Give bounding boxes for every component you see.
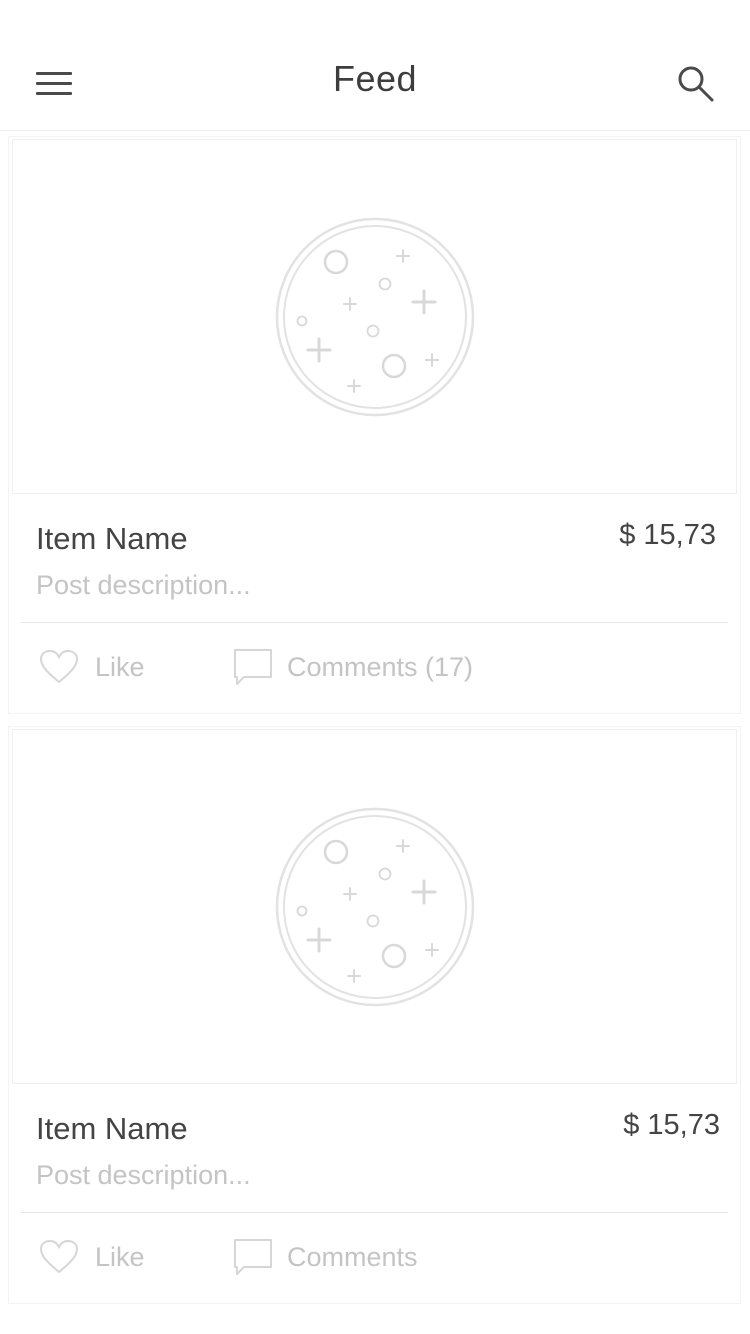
like-button[interactable]: Like	[39, 1235, 145, 1279]
comment-bubble-icon	[234, 1239, 272, 1275]
post-description: Post description...	[36, 570, 251, 600]
post-card[interactable]: Item Name $ 15,73 Post description... Li…	[8, 136, 741, 714]
post-image[interactable]	[12, 139, 737, 494]
comments-label: Comments	[287, 1241, 418, 1272]
like-label: Like	[95, 1241, 145, 1272]
comment-bubble-icon	[234, 649, 272, 685]
comments-button[interactable]: Comments (17)	[233, 645, 473, 689]
heart-icon	[39, 1239, 79, 1274]
comments-button[interactable]: Comments	[233, 1235, 418, 1279]
post-card[interactable]: Item Name $ 15,73 Post description... Li…	[8, 726, 741, 1304]
item-name: Item Name	[36, 521, 188, 556]
like-label: Like	[95, 651, 145, 682]
post-description: Post description...	[36, 1160, 251, 1190]
search-icon	[678, 66, 714, 102]
image-placeholder-icon	[275, 217, 475, 417]
image-placeholder-icon	[275, 807, 475, 1007]
comments-label: Comments (17)	[287, 651, 474, 682]
app-header: Feed	[0, 0, 750, 131]
item-price: $ 15,73	[623, 1109, 720, 1141]
post-image[interactable]	[12, 729, 737, 1084]
card-divider	[21, 622, 728, 623]
card-divider	[21, 1212, 728, 1213]
heart-icon	[39, 649, 79, 684]
item-price: $ 15,73	[619, 519, 716, 551]
page-title: Feed	[332, 58, 418, 99]
item-name: Item Name	[36, 1111, 188, 1146]
like-button[interactable]: Like	[39, 645, 145, 689]
search-button[interactable]	[676, 64, 716, 104]
